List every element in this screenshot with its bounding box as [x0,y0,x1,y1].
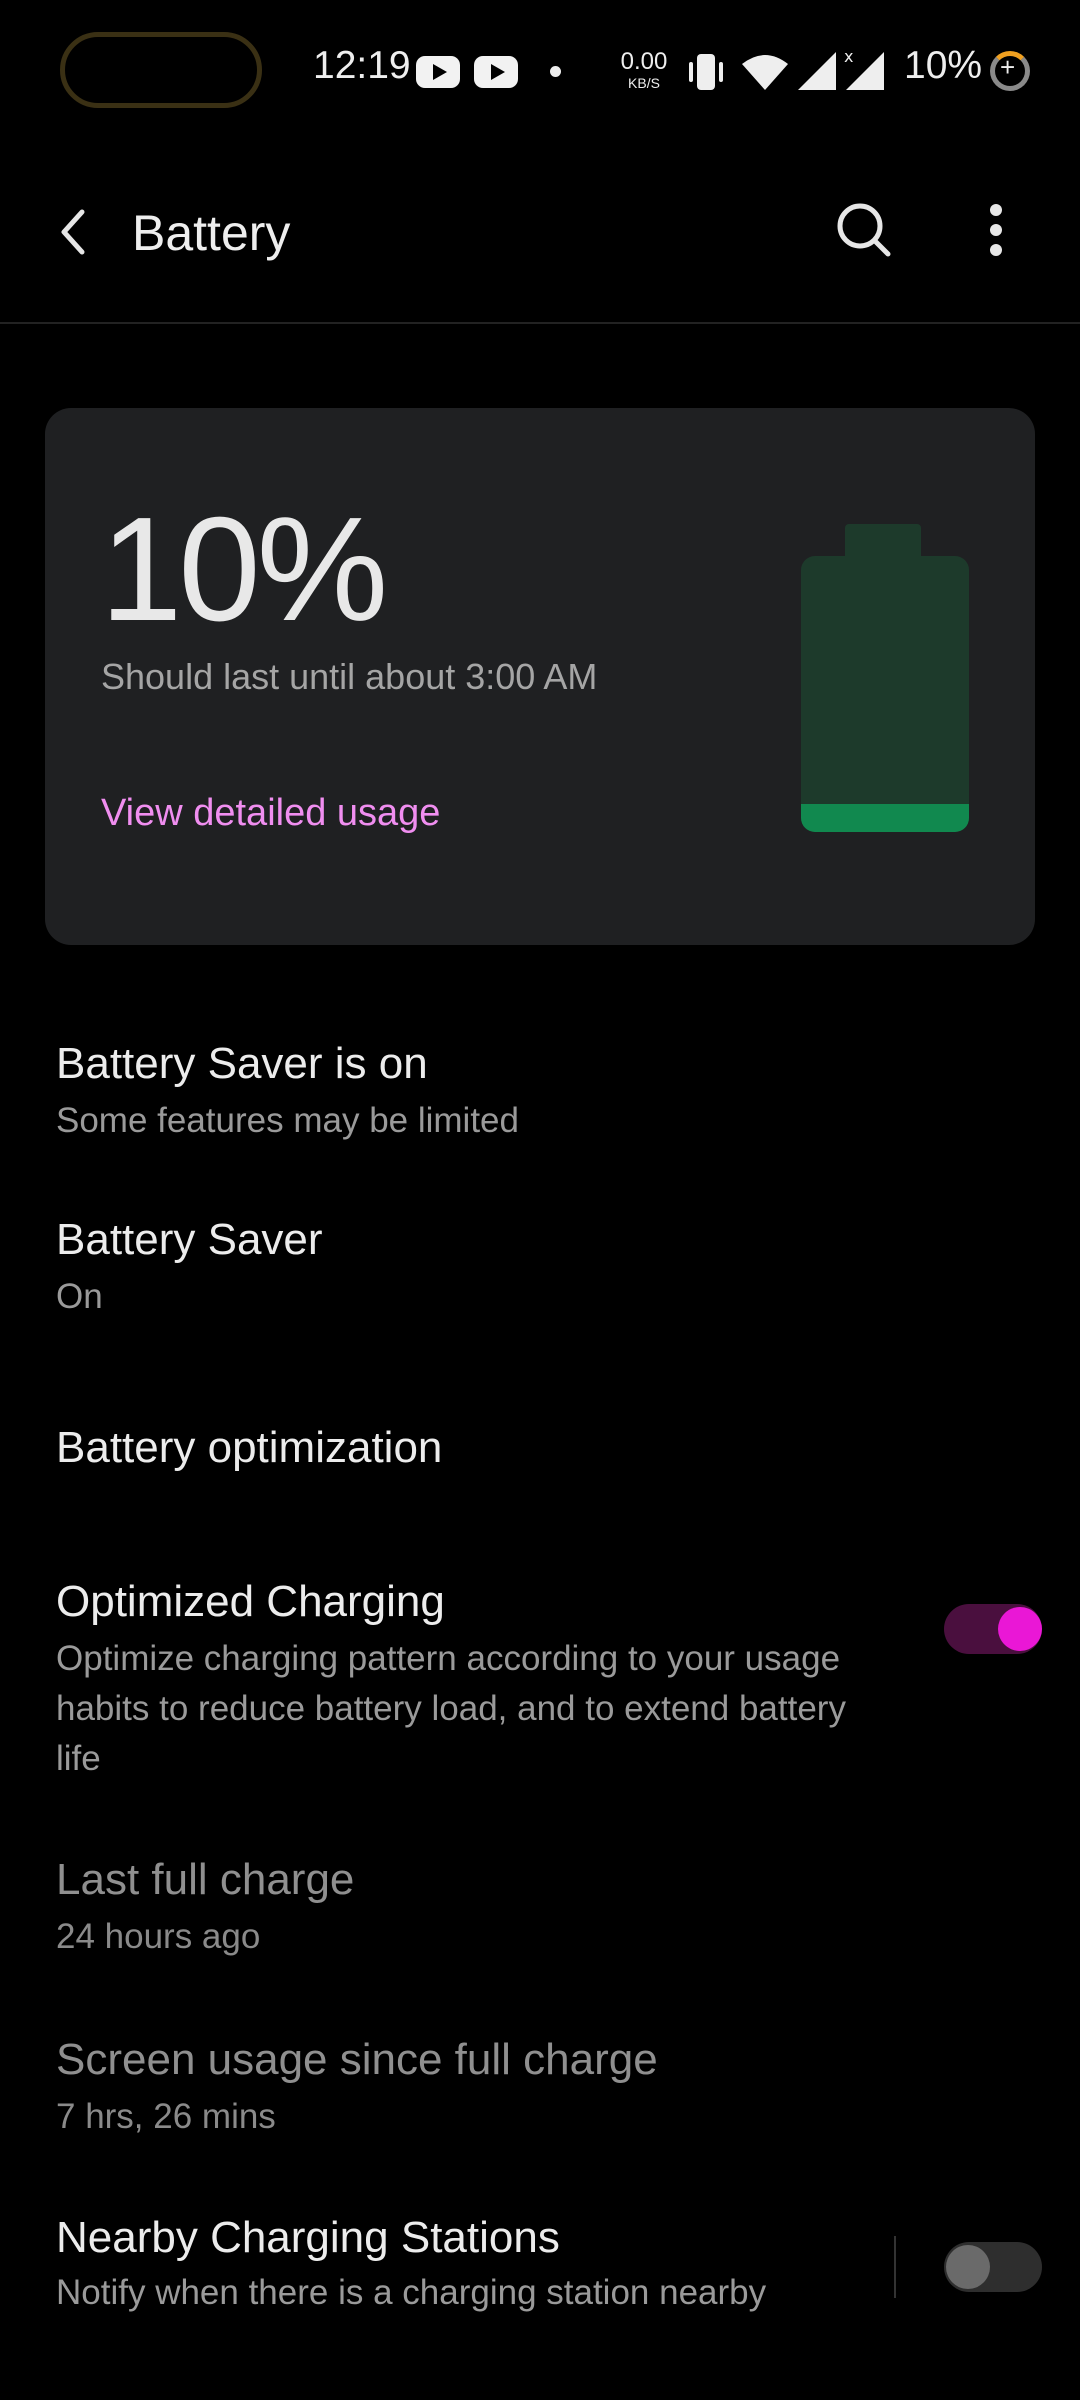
notification-dot-icon [550,66,561,77]
svg-text:x: x [844,48,853,66]
item-subtitle: Optimize charging pattern according to y… [56,1639,846,1778]
item-title: Battery optimization [56,1423,443,1472]
item-title: Nearby Charging Stations [56,2213,560,2262]
page-title: Battery [132,205,291,261]
item-subtitle: 24 hours ago [56,1917,261,1957]
battery-saver-status-item[interactable]: Battery Saver is on Some features may be… [56,1039,519,1146]
battery-percent: 10% [100,487,388,652]
toggle-knob [998,1607,1042,1651]
battery-cap [845,524,921,560]
view-detailed-usage-link[interactable]: View detailed usage [101,792,440,835]
camera-cutout [60,32,262,108]
back-arrow-icon[interactable] [52,202,96,262]
item-title: Battery Saver is on [56,1039,428,1088]
item-subtitle: Notify when there is a charging station … [56,2273,767,2313]
screen-usage-item: Screen usage since full charge 7 hrs, 26… [56,2035,658,2142]
status-time: 12:19 [313,44,411,87]
network-speed: 0.00 KB/S [620,48,668,91]
nearby-charging-stations-item[interactable]: Nearby Charging Stations Notify when the… [56,2213,876,2318]
item-subtitle: On [56,1277,103,1317]
optimized-charging-item[interactable]: Optimized Charging Optimize charging pat… [56,1577,896,1783]
item-title: Optimized Charging [56,1577,445,1626]
wifi-icon [742,55,788,90]
battery-body [801,556,969,832]
nearby-charging-stations-toggle[interactable] [944,2242,1042,2292]
status-bar: 12:19 0.00 KB/S x 10% [0,0,1080,142]
item-title: Screen usage since full charge [56,2035,658,2084]
app-bar: Battery [0,142,1080,324]
search-icon[interactable] [834,200,894,260]
last-full-charge-item: Last full charge 24 hours ago [56,1855,355,1962]
battery-level-icon [801,524,969,832]
battery-estimate: Should last until about 3:00 AM [101,656,598,697]
toggle-knob [946,2245,990,2289]
cellular-signal-no-data-icon: x [844,48,884,90]
divider [894,2236,896,2298]
item-title: Battery Saver [56,1215,323,1264]
cellular-signal-icon [798,52,836,90]
item-title: Last full charge [56,1855,355,1904]
optimized-charging-toggle[interactable] [944,1604,1042,1654]
vibrate-icon [689,54,723,90]
battery-optimization-item[interactable]: Battery optimization [56,1423,443,1472]
battery-saver-icon [990,51,1030,91]
status-battery-percent: 10% [904,44,983,87]
item-subtitle: Some features may be limited [56,1101,519,1141]
youtube-icon [474,56,518,88]
battery-saver-item[interactable]: Battery Saver On [56,1215,323,1322]
battery-fill [801,804,969,832]
youtube-icon [416,56,460,88]
item-subtitle: 7 hrs, 26 mins [56,2097,276,2137]
more-options-icon[interactable] [976,200,1016,260]
battery-status-card: 10% Should last until about 3:00 AM View… [45,408,1035,945]
